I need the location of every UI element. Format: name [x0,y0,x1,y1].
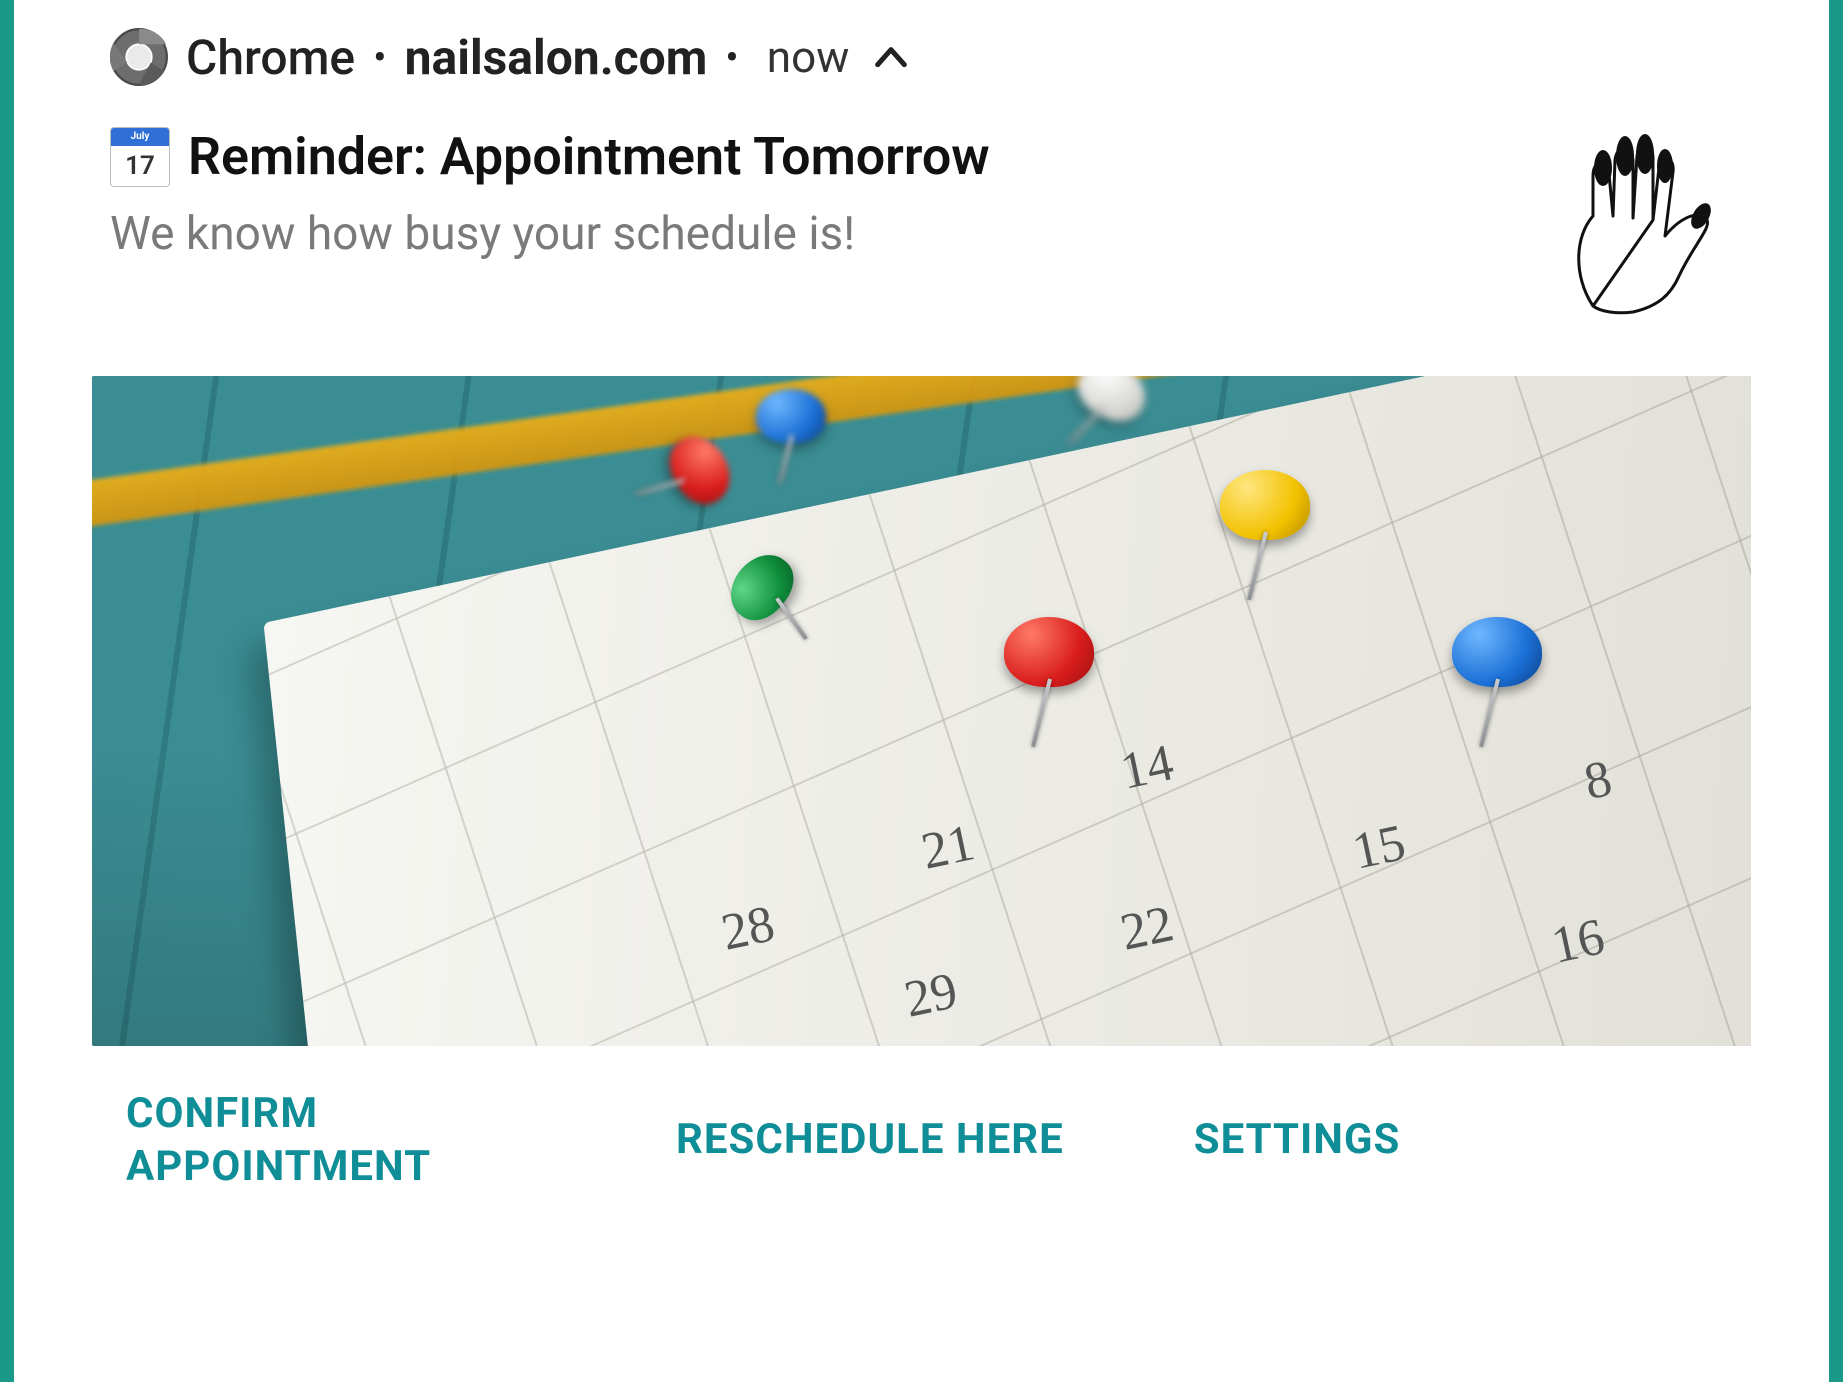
notification-body: We know how busy your schedule is! [110,207,1533,261]
notification-header: Chrome • nailsalon.com • now [14,28,1829,86]
chrome-icon [110,28,168,86]
calendar-emoji-icon: July 17 [110,127,170,187]
time-label: now [767,31,849,83]
calendar-emoji-day: 17 [111,146,169,186]
notification-hero-image: 14 15 21 22 28 29 8 16 [92,376,1751,1046]
calendar-emoji-month: July [111,128,169,146]
notification-title-row: July 17 Reminder: Appointment Tomorrow [110,126,1533,187]
pushpin-yellow-icon [1220,470,1310,610]
reschedule-button[interactable]: RESCHEDULE HERE [676,1114,1064,1167]
hand-nails-icon [1533,116,1733,316]
pushpin-blue-icon [1452,617,1542,757]
notification-title: Reminder: Appointment Tomorrow [188,126,990,187]
chevron-up-icon[interactable] [871,37,911,77]
settings-button[interactable]: SETTINGS [1194,1114,1401,1167]
pushpin-red-icon [1004,617,1094,757]
pushpin-blue-small-icon [756,389,846,529]
separator-dot: • [725,34,739,81]
site-label: nailsalon.com [405,29,708,86]
app-name-label: Chrome [186,29,355,86]
confirm-appointment-button[interactable]: CONFIRM APPOINTMENT [126,1088,546,1193]
notification-actions: CONFIRM APPOINTMENT RESCHEDULE HERE SETT… [14,1046,1829,1193]
separator-dot: • [373,34,387,81]
